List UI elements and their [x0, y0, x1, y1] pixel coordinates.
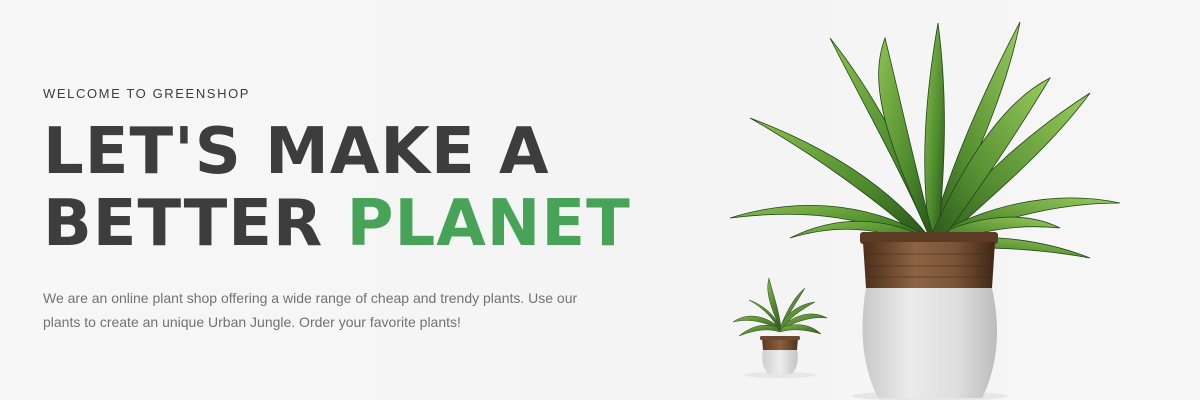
hero-description: We are an online plant shop offering a w… [43, 290, 578, 330]
large-plant-image [729, 21, 1121, 400]
hero-text-block: WELCOME TO GREENSHOP LET'S MAKE A BETTER… [43, 86, 663, 334]
hero-headline: LET'S MAKE A BETTER PLANET [43, 116, 663, 260]
hero-banner: WELCOME TO GREENSHOP LET'S MAKE A BETTER… [0, 0, 1200, 400]
headline-line-1: LET'S MAKE A [43, 115, 550, 189]
hero-eyebrow: WELCOME TO GREENSHOP [43, 86, 251, 101]
headline-accent-word: PLANET [346, 187, 631, 261]
headline-line-2-prefix: BETTER [43, 187, 347, 261]
headline-line-2: BETTER PLANET [43, 188, 663, 260]
